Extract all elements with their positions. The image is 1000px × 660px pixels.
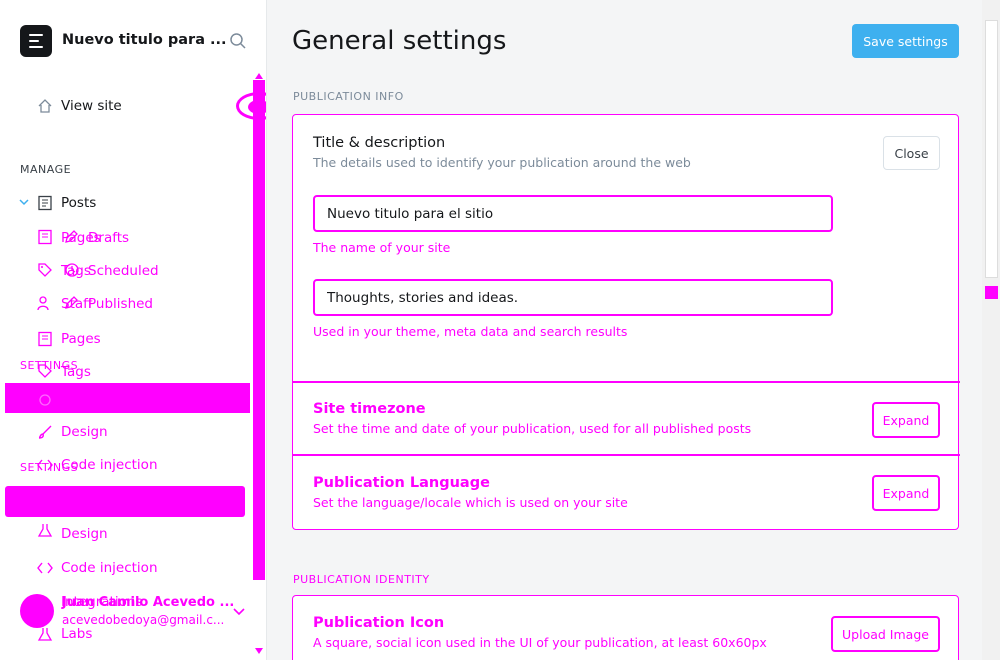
sidebar-scrollbar[interactable] [253,80,265,580]
code-icon [37,562,53,574]
site-description-input[interactable] [313,279,833,316]
site-title-input[interactable] [313,195,833,232]
language-expand-button[interactable]: Expand [872,475,940,511]
sidebar-item-general-active[interactable] [5,486,245,517]
page-scrollbar-marker [985,286,998,299]
title-desc-description: The details used to identify your public… [313,155,691,170]
sidebar-item-drafts[interactable]: Drafts [88,230,129,246]
save-settings-button[interactable]: Save settings [852,24,959,58]
brush-icon [38,425,52,439]
sidebar-item-code-injection-2[interactable]: Code injection [61,560,158,576]
sidebar-item-tags[interactable]: Tags [61,364,91,380]
staff-icon [37,296,49,311]
pencil-icon [65,296,78,309]
divider [293,454,960,456]
sidebar-item-posts[interactable]: Posts [61,195,96,211]
publication-icon-heading: Publication Icon [313,615,445,631]
divider [293,381,960,383]
publication-info-card: Title & description The details used to … [292,114,960,530]
home-icon [38,99,52,113]
ghost-logo-icon[interactable] [20,25,52,57]
sidebar-item-labs[interactable]: Labs [61,626,92,642]
chevron-down-icon[interactable] [18,196,30,208]
manage-section-label: MANAGE [20,163,72,176]
flask-icon [37,628,53,641]
pencil-icon [65,230,78,243]
timezone-description: Set the time and date of your publicatio… [313,421,752,436]
scroll-up-arrow-icon[interactable] [255,73,263,79]
publication-identity-label: PUBLICATION IDENTITY [293,573,430,586]
document-icon [38,229,52,245]
publication-identity-card: Publication Icon A square, social icon u… [292,595,959,660]
main-content: General settings Save settings PUBLICATI… [268,0,982,660]
view-site-link[interactable]: View site [61,98,122,114]
clock-icon [65,263,79,277]
language-heading: Publication Language [313,475,490,491]
gear-icon [39,394,51,406]
user-name[interactable]: Juan Camilo Acevedo ... [62,595,234,610]
timezone-heading: Site timezone [313,401,426,417]
site-title[interactable]: Nuevo titulo para ... [62,32,227,48]
site-title-hint: The name of your site [313,240,451,255]
site-description-hint: Used in your theme, meta data and search… [313,324,628,339]
scroll-down-arrow-icon[interactable] [255,648,263,654]
sidebar-item-published[interactable]: Published [88,296,153,312]
language-description: Set the language/locale which is used on… [313,495,628,510]
page-title: General settings [292,26,507,56]
upload-image-button[interactable]: Upload Image [831,616,940,652]
document-icon [38,331,52,347]
document-icon [38,195,52,211]
page-scrollbar-thumb[interactable] [985,20,998,278]
sidebar-item-scheduled[interactable]: Scheduled [88,263,159,279]
close-button[interactable]: Close [883,136,940,170]
chevron-down-icon[interactable] [232,604,246,618]
publication-icon-description: A square, social icon used in the UI of … [313,635,767,650]
code-icon [37,459,53,471]
sidebar-scroll-knob-center [248,100,266,114]
search-icon[interactable] [229,32,247,50]
avatar[interactable] [20,594,54,628]
sidebar-item-design-2[interactable]: Design [61,526,108,542]
sidebar: Nuevo titulo para ... View site MANAGE P… [0,0,267,660]
sidebar-item-pages[interactable]: Pages [61,331,101,347]
sidebar-item-design[interactable]: Design [61,424,108,440]
tag-icon [38,364,52,378]
tag-icon [38,263,52,277]
sidebar-item-code-injection[interactable]: Code injection [61,457,158,473]
timezone-expand-button[interactable]: Expand [872,402,940,438]
flask-icon [37,524,53,537]
user-email: acevedobedoya@gmail.c... [62,613,225,627]
title-desc-heading: Title & description [313,135,446,151]
publication-info-label: PUBLICATION INFO [293,90,404,103]
